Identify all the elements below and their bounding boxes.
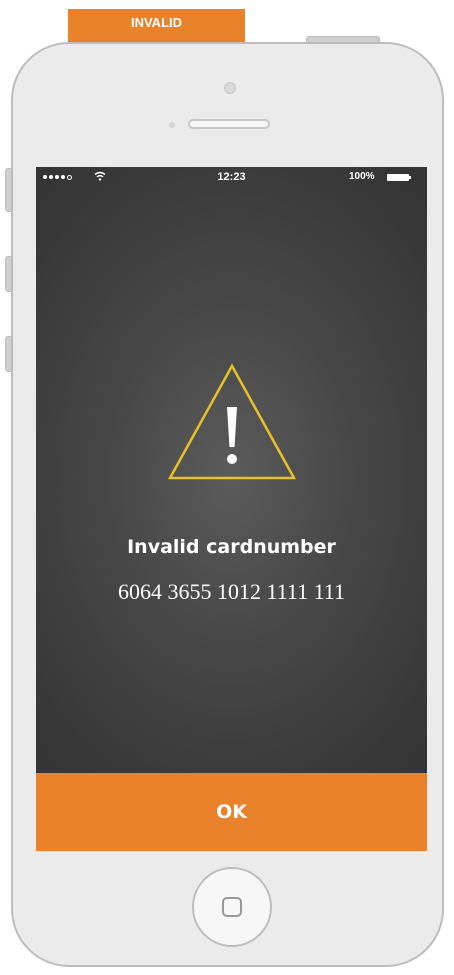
warning-triangle-icon [167,363,297,480]
mockup-canvas: INVALID 12:23 100% Invalid cardnumber 60… [0,0,454,975]
home-button[interactable] [192,867,272,947]
status-bar: 12:23 100% [36,167,427,189]
card-number-text: 6064 3655 1012 1111 111 [118,579,345,604]
front-camera [224,82,236,94]
home-square-icon [222,897,242,917]
phone-screen: 12:23 100% Invalid cardnumber 6064 3655 … [36,167,427,851]
battery-icon [387,174,409,181]
proximity-sensor [169,122,175,128]
ok-button[interactable]: OK [36,773,427,851]
battery-tip [409,176,411,179]
alert-title: Invalid cardnumber [127,536,336,558]
earpiece-speaker [188,119,270,129]
invalid-state-tab: INVALID [68,9,245,43]
battery-percent: 100% [349,171,375,182]
